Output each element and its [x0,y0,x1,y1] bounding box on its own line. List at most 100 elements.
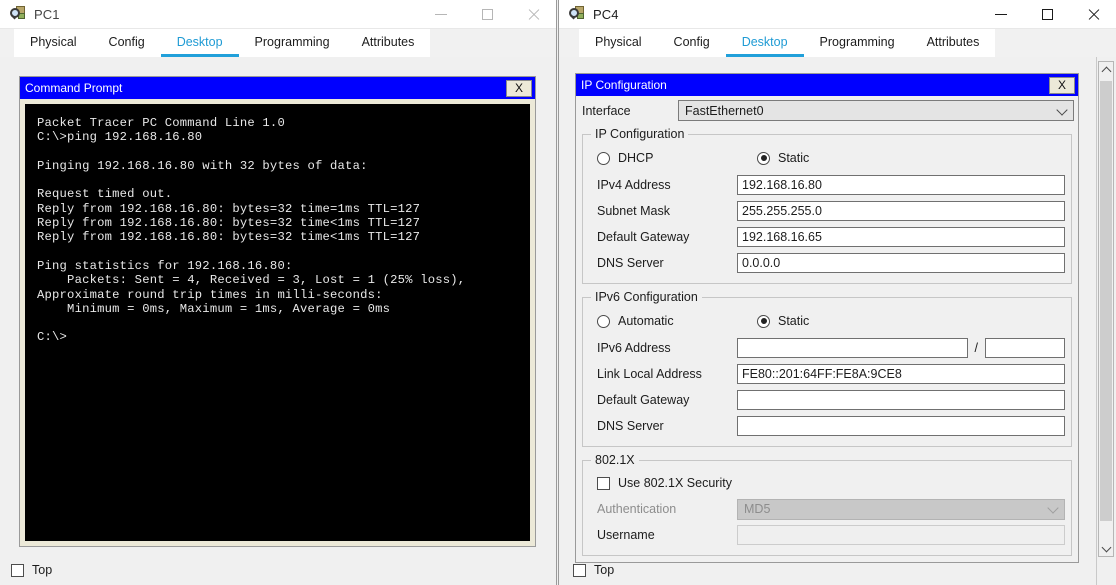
authentication-label: Authentication [597,502,677,516]
maximize-button[interactable] [1024,0,1070,28]
interface-row: Interface FastEthernet0 [576,96,1078,125]
scroll-down-button[interactable] [1099,541,1113,556]
ipv4-dns-server-input[interactable]: 0.0.0.0 [737,253,1065,273]
ipv4-dns-server-row: DNS Server 0.0.0.0 [589,250,1065,276]
ip-configuration-dialog: IP Configuration X Interface FastEtherne… [575,73,1079,563]
tab-config[interactable]: Config [657,29,726,57]
ipv4-static-option[interactable]: Static [757,151,809,165]
ipv6-address-input[interactable] [737,338,968,358]
ipv4-dhcp-label: DHCP [618,151,654,165]
content-scrollbar[interactable] [1098,61,1114,557]
top-checkbox[interactable] [573,563,586,577]
ipv6-default-gateway-input[interactable] [737,390,1065,410]
radio-selected-icon[interactable] [757,151,770,165]
minimize-button[interactable] [418,0,464,28]
subnet-mask-input[interactable]: 255.255.255.0 [737,201,1065,221]
authentication-select-value: MD5 [744,502,771,516]
ipv6-dns-server-row: DNS Server [589,413,1065,439]
command-prompt-titlebar[interactable]: Command Prompt X [20,77,535,99]
link-local-address-label: Link Local Address [597,367,702,381]
ip-configuration-titlebar[interactable]: IP Configuration X [576,74,1078,96]
scrollbar-track[interactable] [1099,77,1113,541]
ipv6-configuration-group: IPv6 Configuration Automatic Static IPv6… [582,290,1072,447]
ipv6-default-gateway-row: Default Gateway [589,387,1065,413]
tab-physical[interactable]: Physical [579,29,658,57]
tab-programming[interactable]: Programming [803,29,911,57]
titlebar-pc1[interactable]: PC1 [0,0,556,28]
tab-attributes[interactable]: Attributes [910,29,996,57]
screen-root: PC1 Physical Config Desktop Programming … [0,0,1116,585]
top-checkbox[interactable] [11,563,24,577]
link-local-address-input[interactable]: FE80::201:64FF:FE8A:9CE8 [737,364,1065,384]
tab-programming[interactable]: Programming [238,29,346,57]
top-checkbox-label: Top [594,563,615,577]
window-controls-pc4 [978,0,1116,28]
close-button[interactable] [1070,0,1116,28]
interface-select-value: FastEthernet0 [685,103,764,118]
dot1x-group-legend: 802.1X [595,453,635,467]
window-title-pc4: PC4 [593,6,619,22]
close-button[interactable] [510,0,556,28]
ipv6-dns-server-label: DNS Server [597,419,664,433]
window-controls-pc1 [418,0,556,28]
minimize-button[interactable] [978,0,1024,28]
footer-pc4: Top [573,563,614,577]
authentication-select[interactable]: MD5 [737,498,1065,520]
command-prompt-title: Command Prompt [25,81,123,95]
window-title-pc1: PC1 [34,6,60,22]
ipv6-prefix-length-input[interactable] [985,338,1065,358]
username-label: Username [597,528,655,542]
ipv6-dns-server-input[interactable] [737,416,1065,436]
subnet-mask-row: Subnet Mask 255.255.255.0 [589,198,1065,224]
chevron-down-icon [1047,502,1059,514]
ipv6-static-option[interactable]: Static [757,314,809,328]
radio-selected-icon[interactable] [757,314,770,328]
username-input[interactable] [737,525,1065,545]
tab-desktop[interactable]: Desktop [160,29,239,57]
terminal-output: Packet Tracer PC Command Line 1.0 C:\>pi… [37,116,466,345]
ipv6-address-label: IPv6 Address [597,341,671,355]
subnet-mask-label: Subnet Mask [597,204,670,218]
ipv4-default-gateway-input[interactable]: 192.168.16.65 [737,227,1065,247]
chevron-up-icon [1101,66,1111,76]
interface-select[interactable]: FastEthernet0 [678,100,1074,121]
ipv6-automatic-option[interactable]: Automatic [597,314,757,328]
use-dot1x-security-row[interactable]: Use 802.1X Security [589,470,1065,496]
dot1x-group: 802.1X Use 802.1X Security Authenticatio… [582,453,1072,556]
scroll-up-button[interactable] [1099,62,1113,77]
tabstrip-pc4: Physical Config Desktop Programming Attr… [559,29,1116,57]
titlebar-pc4[interactable]: PC4 [559,0,1116,28]
tab-physical[interactable]: Physical [14,29,93,57]
top-checkbox-label: Top [32,563,53,577]
tab-desktop[interactable]: Desktop [725,29,804,57]
authentication-row: Authentication MD5 [589,496,1065,522]
ipv4-default-gateway-row: Default Gateway 192.168.16.65 [589,224,1065,250]
ip-configuration-close-button[interactable]: X [1049,76,1075,94]
ipv6-address-row: IPv6 Address / [589,335,1065,361]
chevron-down-icon [1056,103,1068,116]
scrollbar-thumb[interactable] [1100,81,1112,521]
packet-tracer-pc-icon [569,6,585,22]
window-pc4: PC4 Physical Config Desktop Programming … [558,0,1116,585]
ipv6-group-legend: IPv6 Configuration [595,290,698,304]
ipv4-configuration-group: IP Configuration DHCP Static IPv4 Addres… [582,127,1072,284]
tabstrip-pc1: Physical Config Desktop Programming Attr… [0,29,556,57]
ipv4-default-gateway-label: Default Gateway [597,230,690,244]
radio-icon[interactable] [597,151,610,165]
interface-label: Interface [582,103,631,118]
tab-config[interactable]: Config [92,29,161,57]
tab-attributes[interactable]: Attributes [345,29,431,57]
ipv4-dhcp-option[interactable]: DHCP [597,151,757,165]
maximize-button[interactable] [464,0,510,28]
terminal-screen[interactable]: Packet Tracer PC Command Line 1.0 C:\>pi… [25,104,530,541]
ipv4-address-input[interactable]: 192.168.16.80 [737,175,1065,195]
command-prompt-close-button[interactable]: X [506,79,532,97]
use-dot1x-security-checkbox[interactable] [597,476,610,490]
radio-icon[interactable] [597,314,610,328]
desktop-body-pc1: Command Prompt X Packet Tracer PC Comman… [0,57,556,585]
ipv6-mode-row: Automatic Static [589,307,1065,335]
content-right-edge [1096,57,1097,585]
use-dot1x-security-label: Use 802.1X Security [618,476,732,490]
ipv4-dns-server-label: DNS Server [597,256,664,270]
ip-configuration-title: IP Configuration [581,78,667,92]
